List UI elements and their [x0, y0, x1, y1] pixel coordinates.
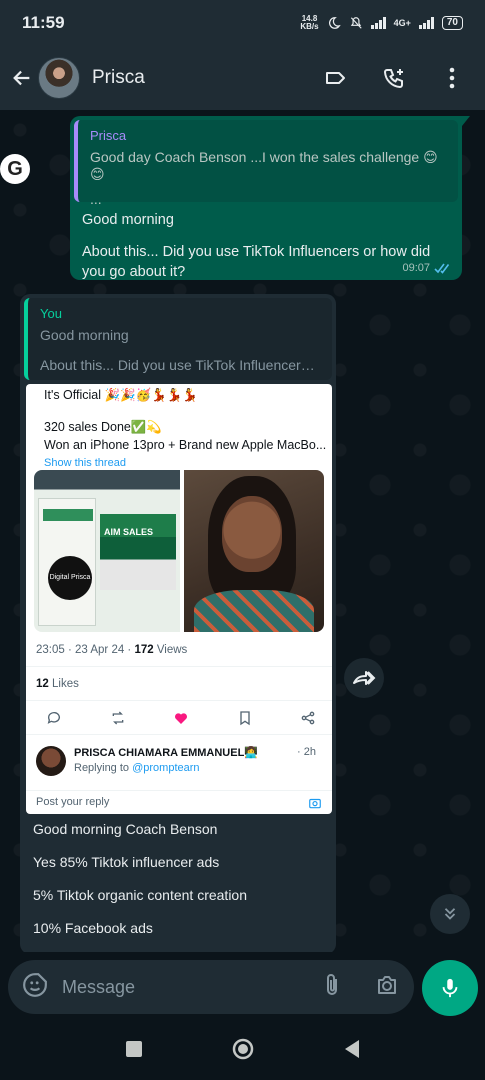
- contact-avatar[interactable]: [38, 57, 80, 99]
- status-icons: 14.8 KB/s 4G+ 70: [300, 15, 463, 31]
- forward-icon: [353, 671, 376, 685]
- post-reply-field: Post your reply: [26, 790, 332, 814]
- quoted-message[interactable]: You Good morning About this... Did you u…: [24, 298, 332, 380]
- more-vert-icon[interactable]: [439, 65, 465, 91]
- quote-author: Prisca: [90, 128, 127, 143]
- image-icon: [308, 796, 322, 813]
- quoted-message[interactable]: Prisca Good day Coach Benson ...I won th…: [74, 120, 458, 207]
- leaderboard-image: Digital Prisca AIM SALES: [34, 470, 180, 632]
- wifi-signal-icon: [370, 17, 386, 29]
- mic-icon: [442, 978, 458, 998]
- bookmark-icon: [237, 710, 253, 726]
- camera-icon[interactable]: [374, 973, 400, 1002]
- message-text: Good morning About this... Did you use T…: [82, 212, 431, 280]
- home-icon[interactable]: [231, 1037, 255, 1066]
- message-text: Good morning Coach Benson Yes 85% Tiktok…: [33, 821, 248, 936]
- heart-icon: [173, 710, 189, 726]
- label-icon[interactable]: [323, 65, 349, 91]
- paperclip-icon[interactable]: [320, 972, 344, 1003]
- message-meta: 09:07: [402, 262, 452, 274]
- forward-button[interactable]: [344, 658, 384, 698]
- message-composer: Message: [0, 952, 485, 1022]
- sticker-icon[interactable]: [22, 972, 48, 1003]
- chat-area[interactable]: G Prisca Good day Coach Benson ...I won …: [0, 110, 485, 960]
- message-placeholder: Message: [62, 976, 136, 997]
- tweet-text: It's Official 🎉🎉🥳💃💃💃 320 sales Done✅💫 Wo…: [26, 384, 332, 472]
- add-call-icon[interactable]: [381, 65, 407, 91]
- contact-name[interactable]: Prisca: [92, 67, 145, 89]
- tweet-reply: PRISCA CHIAMARA EMMANUEL👩‍💻 · 2h Replyin…: [36, 744, 326, 784]
- reply-name: PRISCA CHIAMARA EMMANUEL👩‍💻: [74, 747, 258, 759]
- back-icon[interactable]: [10, 66, 34, 90]
- network-speed: 14.8 KB/s: [300, 14, 319, 31]
- quote-text: About this... Did you use TikTok Influen…: [40, 357, 320, 373]
- portrait-image: [184, 470, 324, 632]
- status-bar: 11:59 14.8 KB/s 4G+ 70: [0, 0, 485, 46]
- double-chevron-down-icon: [444, 908, 456, 920]
- tweet-meta: 23:05 · 23 Apr 24 · 172 Views: [36, 644, 188, 656]
- g-overlay-badge[interactable]: G: [0, 154, 30, 184]
- system-nav-bar: [0, 1022, 485, 1080]
- reply-to: Replying to @promptearn: [74, 762, 200, 774]
- message-time: 09:07: [402, 262, 430, 274]
- reply-avatar: [36, 746, 66, 776]
- header-actions: [323, 65, 475, 91]
- back-nav-icon[interactable]: [343, 1039, 361, 1064]
- incoming-message[interactable]: You Good morning About this... Did you u…: [20, 294, 336, 954]
- double-check-icon: [434, 263, 450, 274]
- digital-prisca-logo: Digital Prisca: [48, 556, 92, 600]
- quote-text: Good morning: [40, 327, 129, 343]
- message-input[interactable]: Message: [8, 960, 414, 1014]
- status-time: 11:59: [22, 13, 65, 32]
- reply-time: · 2h: [297, 746, 316, 758]
- outgoing-message[interactable]: Prisca Good day Coach Benson ...I won th…: [70, 116, 470, 280]
- cell-signal-icon: [418, 17, 434, 29]
- moon-icon: [328, 17, 341, 29]
- tweet-screenshot-image[interactable]: It's Official 🎉🎉🥳💃💃💃 320 sales Done✅💫 Wo…: [26, 384, 332, 814]
- share-icon: [300, 710, 316, 726]
- retweet-icon: [110, 710, 126, 726]
- comment-icon: [46, 710, 62, 726]
- battery-icon: 70: [441, 16, 463, 30]
- tweet-likes: 12 Likes: [36, 678, 79, 690]
- mute-icon: [350, 17, 362, 29]
- scroll-to-bottom-button[interactable]: [430, 894, 470, 934]
- quote-author: You: [40, 306, 62, 321]
- tweet-actions: [46, 710, 316, 726]
- quote-text: Good day Coach Benson ...I won the sales…: [90, 149, 438, 182]
- mic-button[interactable]: [422, 960, 478, 1016]
- chat-header: Prisca: [0, 46, 485, 110]
- recents-icon[interactable]: [125, 1040, 143, 1063]
- network-type: 4G+: [393, 18, 411, 28]
- tweet-images: Digital Prisca AIM SALES: [34, 470, 324, 632]
